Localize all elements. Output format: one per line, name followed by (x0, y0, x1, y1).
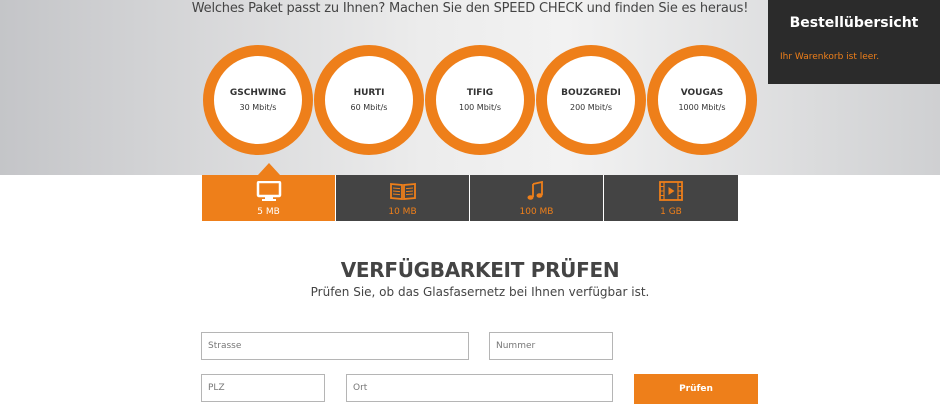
order-summary-panel: Bestellübersicht Ihr Warenkorb ist leer. (768, 0, 940, 84)
package-name: TIFIG (466, 88, 494, 98)
package-speed: 1000 Mbit/s (678, 103, 726, 112)
package-name: VOUGAS (680, 88, 724, 98)
tab-10mb[interactable]: 10 MB (336, 175, 469, 221)
tab-1gb[interactable]: 1 GB (604, 175, 738, 221)
package-bouzgredi[interactable]: BOUZGREDI 200 Mbit/s (536, 45, 646, 155)
tv-icon (254, 181, 284, 201)
tab-100mb[interactable]: 100 MB (470, 175, 603, 221)
active-tab-pointer (258, 163, 280, 175)
availability-subtitle: Prüfen Sie, ob das Glasfasernetz bei Ihn… (310, 285, 650, 299)
tab-5mb[interactable]: 5 MB (202, 175, 335, 221)
book-icon (388, 181, 418, 201)
package-hurti[interactable]: HURTI 60 Mbit/s (314, 45, 424, 155)
package-tifig[interactable]: TIFIG 100 Mbit/s (425, 45, 535, 155)
zip-input[interactable] (201, 374, 325, 402)
street-input[interactable] (201, 332, 469, 360)
tab-label: 100 MB (519, 207, 554, 217)
tab-label: 10 MB (388, 207, 417, 217)
package-speed: 200 Mbit/s (569, 103, 612, 112)
package-vougas[interactable]: VOUGAS 1000 Mbit/s (647, 45, 757, 155)
film-icon (656, 181, 686, 201)
tab-label: 5 MB (257, 207, 280, 217)
package-name: BOUZGREDI (561, 88, 621, 98)
music-note-icon (522, 181, 552, 201)
package-speed: 60 Mbit/s (350, 103, 388, 112)
cart-empty-message: Ihr Warenkorb ist leer. (780, 52, 880, 62)
package-name: HURTI (353, 88, 385, 98)
package-speed: 100 Mbit/s (458, 103, 501, 112)
package-name: GSCHWING (229, 88, 287, 98)
tab-label: 1 GB (660, 207, 682, 217)
house-number-input[interactable] (489, 332, 613, 360)
order-summary-title: Bestellübersicht (789, 15, 919, 31)
package-speed: 30 Mbit/s (239, 103, 277, 112)
city-input[interactable] (346, 374, 613, 402)
availability-title: VERFÜGBARKEIT PRÜFEN (340, 258, 620, 282)
package-gschwing[interactable]: GSCHWING 30 Mbit/s (203, 45, 313, 155)
